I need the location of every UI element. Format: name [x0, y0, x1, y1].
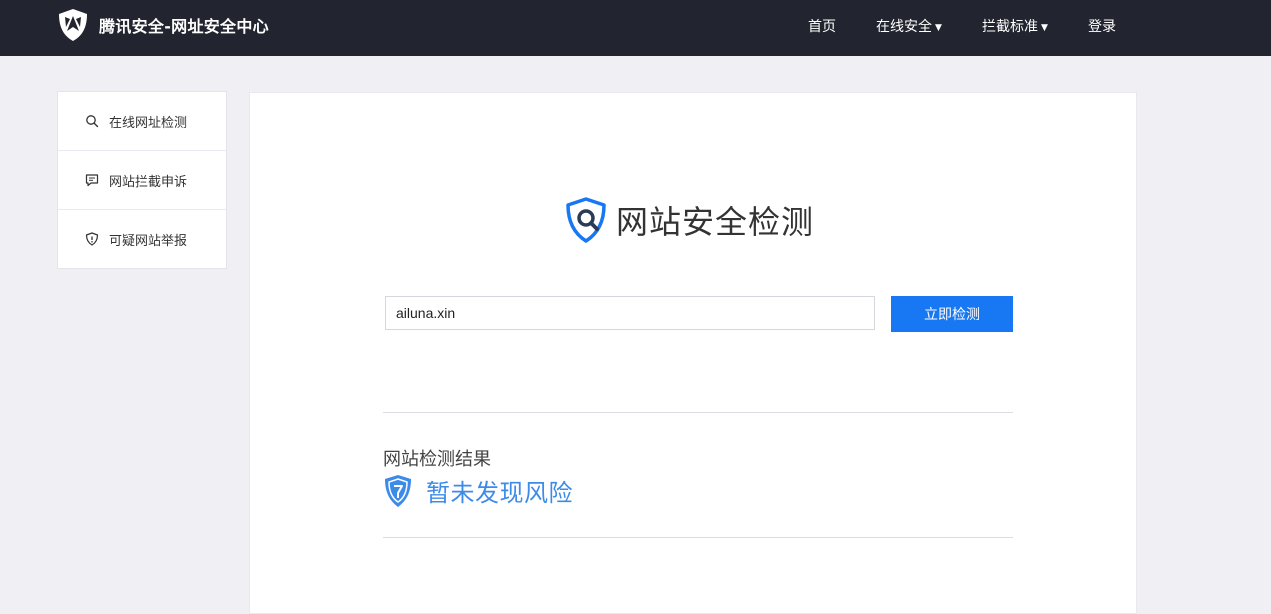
page-header: 网站安全检测 [564, 197, 814, 243]
sidebar-item-label: 可疑网站举报 [109, 233, 188, 249]
sidebar-item-label: 在线网址检测 [109, 115, 188, 131]
sidebar-item-label: 网站拦截申诉 [109, 174, 188, 190]
shield-check-icon [385, 474, 411, 507]
nav-login-label: 登录 [1088, 19, 1116, 35]
nav-online-security[interactable]: 在线安全 ▼ [876, 16, 942, 36]
divider [383, 537, 1013, 538]
tencent-security-shield-icon [59, 9, 87, 41]
sidebar-item-report[interactable]: 可疑网站举报 [58, 210, 226, 268]
nav-online-security-label: 在线安全 [876, 19, 932, 35]
divider [383, 412, 1013, 413]
shield-alert-icon [85, 232, 99, 246]
sidebar-item-appeal[interactable]: 网站拦截申诉 [58, 151, 226, 210]
result-status-row: 暂未发现风险 [383, 473, 573, 508]
nav-blocking-standards-label: 拦截标准 [982, 19, 1038, 35]
nav-blocking-standards[interactable]: 拦截标准 ▼ [982, 16, 1048, 36]
page-title: 网站安全检测 [616, 203, 815, 241]
sidebar: 在线网址检测 网站拦截申诉 可疑网站举报 [57, 91, 227, 269]
nav-login[interactable]: 登录 [1088, 16, 1116, 36]
sidebar-item-url-check[interactable]: 在线网址检测 [58, 92, 226, 151]
top-navbar: 腾讯安全-网址安全中心 首页 在线安全 ▼ 拦截标准 ▼ 登录 [0, 0, 1271, 56]
result-heading: 网站检测结果 [383, 449, 491, 470]
main-panel: 网站安全检测 立即检测 网站检测结果 暂未发现风险 [249, 92, 1137, 614]
check-now-button[interactable]: 立即检测 [891, 296, 1013, 332]
site-title: 腾讯安全-网址安全中心 [99, 17, 269, 36]
search-icon [86, 115, 99, 128]
chat-bubble-icon [85, 174, 99, 187]
result-status: 暂未发现风险 [426, 479, 573, 507]
brand[interactable]: 腾讯安全-网址安全中心 [56, 8, 269, 42]
nav-home-label: 首页 [808, 19, 836, 35]
chevron-down-icon: ▼ [1041, 23, 1048, 33]
url-input[interactable] [385, 296, 875, 330]
nav-home[interactable]: 首页 [808, 16, 836, 36]
chevron-down-icon: ▼ [935, 23, 942, 33]
shield-search-icon [566, 197, 606, 243]
